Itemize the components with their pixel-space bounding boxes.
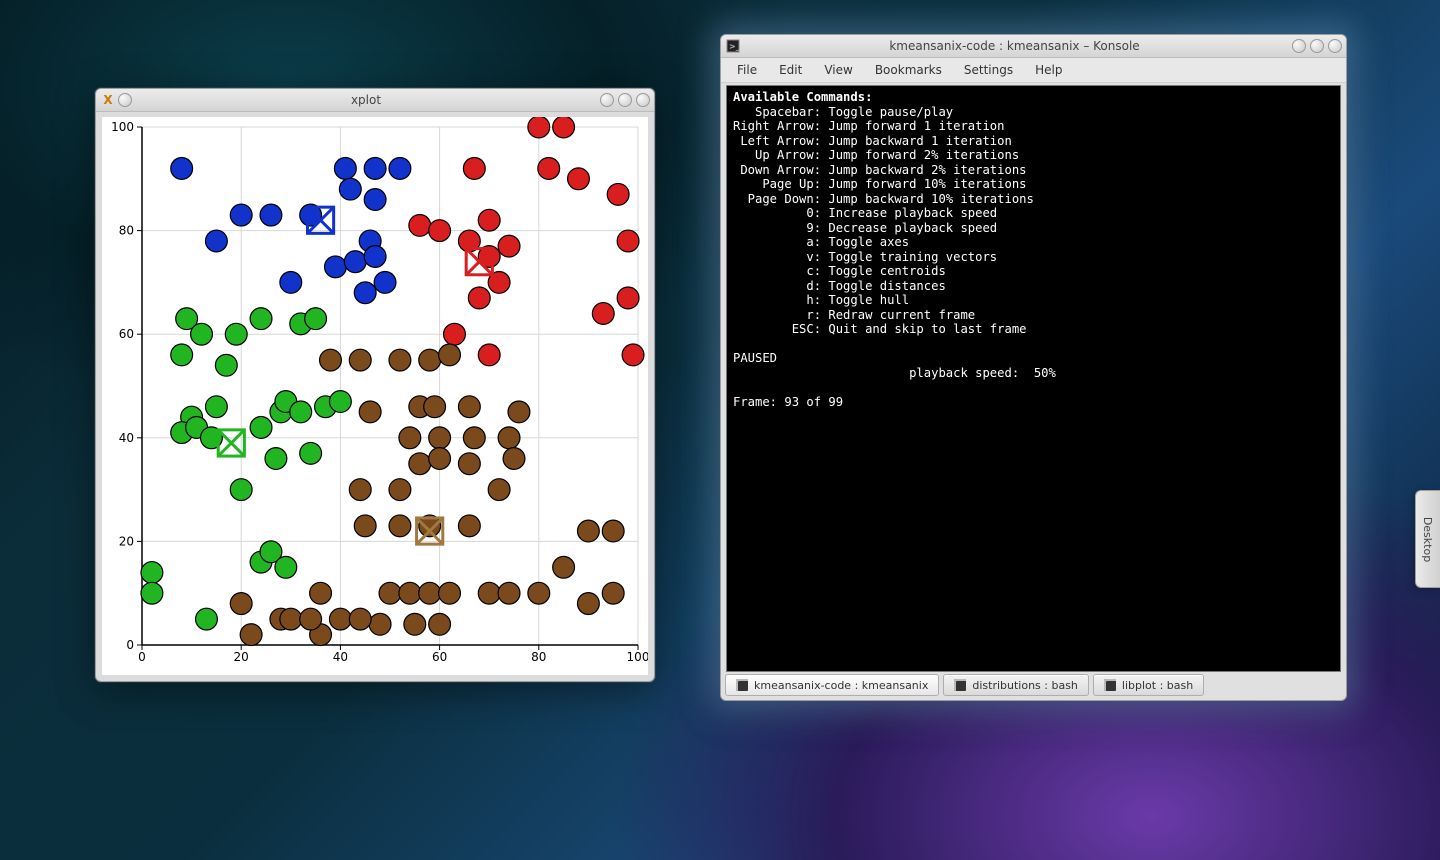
xplot-window[interactable]: X xplot 0 20 40 60 80 100 0 20 40 60 80 100 — [95, 88, 655, 682]
tab[interactable]: kmeansanix-code : kmeansanix — [725, 674, 939, 696]
konsole-window-title: kmeansanix-code : kmeansanix – Konsole — [741, 39, 1288, 53]
konsole-titlebar[interactable]: >_ kmeansanix-code : kmeansanix – Konsol… — [721, 35, 1346, 58]
minimize-button[interactable] — [1292, 39, 1306, 53]
menu-item-settings[interactable]: Settings — [954, 61, 1023, 79]
terminal-icon — [1104, 679, 1116, 691]
xplot-titlebar[interactable]: X xplot — [96, 89, 654, 112]
svg-text:40: 40 — [119, 431, 134, 445]
tab-label: kmeansanix-code : kmeansanix — [754, 679, 928, 692]
terminal-icon — [736, 679, 748, 691]
svg-text:0: 0 — [126, 638, 134, 652]
svg-text:20: 20 — [234, 650, 249, 664]
maximize-button[interactable] — [618, 93, 632, 107]
plot-area[interactable]: 0 20 40 60 80 100 0 20 40 60 80 100 — [102, 117, 648, 675]
svg-text:80: 80 — [119, 224, 134, 238]
xplot-app-icon: X — [100, 92, 116, 108]
xplot-menu-button[interactable] — [118, 93, 132, 107]
menu-item-edit[interactable]: Edit — [769, 61, 812, 79]
svg-text:60: 60 — [119, 327, 134, 341]
konsole-tab-bar[interactable]: kmeansanix-code : kmeansanix distribution… — [725, 674, 1342, 696]
menu-item-view[interactable]: View — [814, 61, 862, 79]
tab[interactable]: libplot : bash — [1093, 674, 1204, 696]
tab-label: distributions : bash — [972, 679, 1078, 692]
close-button[interactable] — [636, 93, 650, 107]
konsole-app-icon: >_ — [725, 38, 741, 54]
maximize-button[interactable] — [1310, 39, 1324, 53]
svg-text:100: 100 — [111, 120, 134, 134]
menu-item-help[interactable]: Help — [1025, 61, 1072, 79]
scatter-plot: 0 20 40 60 80 100 0 20 40 60 80 100 — [102, 117, 648, 675]
tab[interactable]: distributions : bash — [943, 674, 1089, 696]
svg-text:60: 60 — [432, 650, 447, 664]
tab-label: libplot : bash — [1122, 679, 1193, 692]
svg-text:20: 20 — [119, 534, 134, 548]
minimize-button[interactable] — [600, 93, 614, 107]
svg-text:100: 100 — [627, 650, 648, 664]
menu-item-file[interactable]: File — [727, 61, 767, 79]
konsole-menubar[interactable]: FileEditViewBookmarksSettingsHelp — [721, 58, 1346, 83]
svg-text:80: 80 — [531, 650, 546, 664]
svg-text:>_: >_ — [729, 42, 740, 51]
close-button[interactable] — [1328, 39, 1342, 53]
terminal-icon — [954, 679, 966, 691]
menu-item-bookmarks[interactable]: Bookmarks — [865, 61, 952, 79]
svg-text:0: 0 — [138, 650, 146, 664]
desktop-edge-label: Desktop — [1422, 516, 1435, 561]
desktop-edge-tab[interactable]: Desktop — [1415, 490, 1440, 588]
terminal-output[interactable]: Available Commands: Spacebar: Toggle pau… — [726, 85, 1341, 672]
svg-text:40: 40 — [333, 650, 348, 664]
konsole-window[interactable]: >_ kmeansanix-code : kmeansanix – Konsol… — [720, 34, 1347, 701]
xplot-window-title: xplot — [136, 93, 596, 107]
